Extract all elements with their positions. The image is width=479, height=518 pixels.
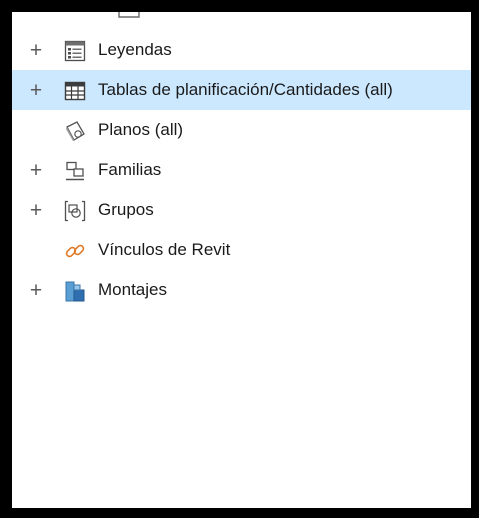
tree-item-label: Leyendas bbox=[98, 40, 172, 59]
assemblies-icon bbox=[64, 280, 86, 302]
tree-item-label: Vínculos de Revit bbox=[98, 240, 231, 259]
views-icon bbox=[118, 12, 140, 18]
project-browser-panel: + Leyendas + Tablas de planificación/Can… bbox=[12, 12, 471, 508]
tree-item-label: Familias bbox=[98, 160, 162, 179]
expand-toggle[interactable]: + bbox=[26, 270, 46, 310]
families-icon bbox=[64, 160, 86, 182]
schedule-table-icon bbox=[64, 80, 86, 102]
tree-item-montajes[interactable]: + Montajes bbox=[12, 270, 471, 310]
revit-links-icon bbox=[64, 240, 86, 262]
tree-item-planos[interactable]: Planos (all) bbox=[12, 110, 471, 150]
project-browser-tree: + Leyendas + Tablas de planificación/Can… bbox=[12, 30, 471, 310]
tree-item-grupos[interactable]: + Grupos bbox=[12, 190, 471, 230]
tree-item-tablas-de-planificacion[interactable]: + Tablas de planificación/Cantidades (al… bbox=[12, 70, 471, 110]
legend-icon bbox=[64, 40, 86, 62]
expand-toggle[interactable]: + bbox=[26, 70, 46, 110]
tree-item-vinculos-de-revit[interactable]: Vínculos de Revit bbox=[12, 230, 471, 270]
tree-item-label: Planos (all) bbox=[98, 120, 184, 139]
tree-item-familias[interactable]: + Familias bbox=[12, 150, 471, 190]
tree-item-label: Tablas de planificación/Cantidades (all) bbox=[98, 80, 393, 99]
sheet-icon bbox=[64, 120, 86, 142]
tree-item-label: Montajes bbox=[98, 280, 167, 299]
expand-toggle[interactable]: + bbox=[26, 190, 46, 230]
expand-toggle bbox=[26, 230, 46, 270]
tree-item-label: Grupos bbox=[98, 200, 154, 219]
expand-toggle[interactable]: + bbox=[26, 30, 46, 70]
expand-toggle bbox=[26, 110, 46, 150]
tree-item-leyendas[interactable]: + Leyendas bbox=[12, 30, 471, 70]
groups-icon bbox=[64, 200, 86, 222]
expand-toggle[interactable]: + bbox=[26, 150, 46, 190]
